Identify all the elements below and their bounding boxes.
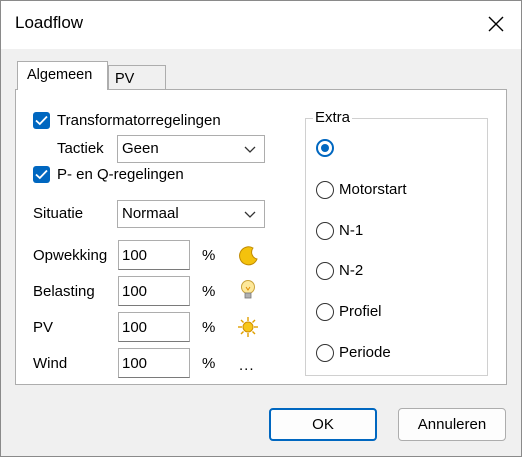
extra-radio-n2[interactable] (316, 262, 334, 280)
pv-unit: % (202, 319, 216, 336)
title-bar: Loadflow (1, 1, 521, 49)
lightbulb-icon (241, 280, 255, 299)
checkmark-icon (35, 115, 48, 126)
wind-unit: % (202, 355, 216, 372)
transformatorregelingen-label: Transformatorregelingen (57, 112, 221, 129)
extra-groupbox (305, 118, 488, 376)
extra-label-periode: Periode (339, 344, 391, 361)
wind-input[interactable] (118, 348, 190, 378)
chevron-down-icon (244, 146, 256, 153)
wind-label: Wind (33, 355, 68, 372)
belasting-label: Belasting (33, 283, 95, 300)
situatie-label: Situatie (33, 205, 84, 222)
extra-label-n2: N-2 (339, 262, 364, 279)
situatie-select[interactable]: Normaal (117, 200, 265, 228)
extra-group-title: Extra (313, 109, 353, 126)
close-icon (488, 16, 504, 32)
pv-value[interactable] (122, 319, 182, 336)
wind-value[interactable] (122, 355, 182, 372)
extra-radio-profiel[interactable] (316, 303, 334, 321)
extra-radio-motorstart[interactable] (316, 181, 334, 199)
cancel-button[interactable]: Annuleren (398, 408, 506, 441)
pv-label: PV (33, 319, 54, 336)
opwekking-label: Opwekking (33, 247, 108, 264)
opwekking-value[interactable] (122, 247, 182, 264)
extra-label-motorstart: Motorstart (339, 181, 407, 198)
close-button[interactable] (473, 1, 521, 49)
opwekking-unit: % (202, 247, 216, 264)
sun-icon (238, 317, 258, 337)
ok-button[interactable]: OK (269, 408, 377, 441)
extra-radio-periode[interactable] (316, 344, 334, 362)
transformatorregelingen-checkbox[interactable] (33, 112, 50, 129)
pq-regelingen-checkbox[interactable] (33, 166, 50, 183)
loadflow-dialog: Loadflow Algemeen PV Transformatorregeli… (0, 0, 522, 457)
situatie-value: Normaal (122, 205, 179, 222)
chevron-down-icon (244, 211, 256, 218)
belasting-unit: % (202, 283, 216, 300)
opwekking-input[interactable] (118, 240, 190, 270)
tactiek-label: Tactiek (57, 140, 104, 157)
tab-pv[interactable]: PV (108, 65, 166, 91)
extra-label-profiel: Profiel (339, 303, 382, 320)
belasting-value[interactable] (122, 283, 182, 300)
window-title: Loadflow (15, 13, 84, 32)
extra-label-n1: N-1 (339, 222, 364, 239)
extra-radio-default[interactable] (316, 139, 334, 157)
pv-input[interactable] (118, 312, 190, 342)
belasting-input[interactable] (118, 276, 190, 306)
pq-regelingen-label: P- en Q-regelingen (57, 166, 184, 183)
tactiek-value: Geen (122, 140, 159, 157)
wind-more-button[interactable]: ... (239, 357, 255, 375)
extra-radio-n1[interactable] (316, 222, 334, 240)
checkmark-icon (35, 169, 48, 180)
moon-icon (239, 246, 258, 266)
tab-algemeen[interactable]: Algemeen (17, 61, 108, 90)
tactiek-select[interactable]: Geen (117, 135, 265, 163)
